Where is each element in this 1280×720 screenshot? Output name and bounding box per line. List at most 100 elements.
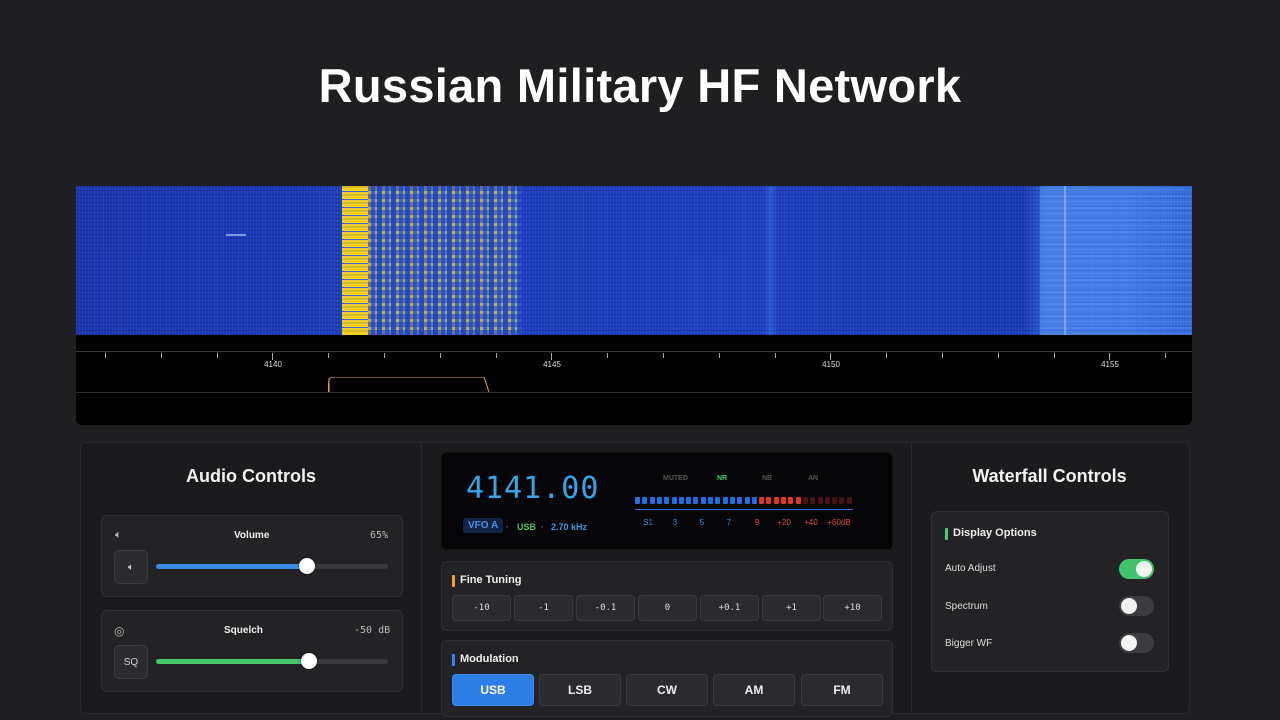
volume-slider[interactable] (156, 558, 388, 574)
mode-fm-button[interactable]: FM (801, 674, 883, 706)
s-meter-segment (656, 497, 662, 504)
mode-lsb-button[interactable]: LSB (539, 674, 621, 706)
bigger-wf-label: Bigger WF (945, 638, 993, 649)
waterfall-display[interactable]: 4140 4145 4150 4155 (76, 186, 1192, 425)
column-divider (421, 443, 422, 711)
scale-tick (1165, 353, 1167, 358)
s-meter-scale (635, 509, 853, 510)
s-meter-segment (729, 497, 735, 504)
squelch-slider-fill (156, 659, 310, 664)
scale-label: 4145 (543, 360, 561, 369)
waterfall-controls-heading: Waterfall Controls (972, 466, 1127, 486)
bigger-wf-toggle[interactable] (1119, 633, 1154, 653)
bandwidth-indicator: 2.70 kHz (551, 522, 588, 532)
s-meter-segment (766, 497, 772, 504)
tune-zero-button[interactable]: 0 (638, 595, 697, 621)
tune-minus-0.1-button[interactable]: -0.1 (576, 595, 635, 621)
s-meter-segment (635, 497, 640, 504)
auto-adjust-toggle[interactable] (1119, 559, 1154, 579)
volume-slider-fill (156, 564, 307, 569)
scale-tick (216, 353, 218, 358)
passband-baseline (76, 392, 1192, 393)
s-meter-segment (751, 497, 757, 504)
meter-label: 5 (699, 518, 705, 527)
s-meter-segment (846, 497, 852, 504)
passband-marker[interactable] (328, 377, 492, 393)
scale-tick (160, 353, 162, 358)
frequency-readout[interactable]: 4141.00 (466, 471, 599, 506)
s-meter-segment (715, 497, 721, 504)
vfo-badge[interactable]: VFO A (463, 518, 504, 533)
squelch-button[interactable]: SQ (114, 645, 148, 679)
scale-tick (272, 353, 274, 360)
s-meter-segment (744, 497, 750, 504)
s-meter-segment (817, 497, 823, 504)
tune-minus-10-button[interactable]: -10 (452, 595, 511, 621)
s-meter-segment (664, 497, 670, 504)
scale-tick (384, 353, 385, 358)
s-meter-segment (678, 497, 684, 504)
muted-flag[interactable]: MUTED (663, 475, 688, 482)
s-meter-segment (832, 497, 838, 504)
volume-slider-thumb[interactable] (298, 558, 315, 574)
signal-trace (1040, 186, 1192, 335)
auto-adjust-label: Auto Adjust (945, 563, 996, 574)
s-meter-segment (686, 497, 692, 504)
scale-tick (997, 353, 999, 358)
separator: · (506, 522, 509, 532)
scale-tick (105, 353, 106, 358)
speaker-icon: 🔈︎ (128, 561, 134, 573)
s-meter-segment (649, 497, 655, 504)
tune-minus-1-button[interactable]: -1 (514, 595, 573, 621)
volume-label: Volume (234, 530, 270, 541)
scale-tick (886, 353, 888, 358)
s-meter-segment (773, 497, 779, 504)
separator: · (541, 522, 544, 532)
squelch-value: -50 dB (354, 625, 391, 636)
tune-plus-1-button[interactable]: +1 (762, 595, 821, 621)
scale-tick (1053, 353, 1055, 358)
scale-label: 4155 (1101, 360, 1119, 369)
target-icon: ◎ (114, 624, 125, 638)
page-title: Russian Military HF Network (318, 59, 962, 112)
scale-tick (1109, 353, 1111, 360)
spectrum-toggle[interactable] (1119, 596, 1154, 616)
tune-plus-0.1-button[interactable]: +0.1 (700, 595, 759, 621)
fine-tuning-title: Fine Tuning (452, 574, 522, 587)
nb-flag[interactable]: NB (762, 475, 772, 482)
s-meter-segment (642, 497, 648, 504)
mute-button[interactable]: 🔈︎ (114, 550, 148, 584)
s-meter-segment (824, 497, 830, 504)
scale-tick (663, 353, 664, 358)
s-meter-segment (671, 497, 677, 504)
s-meter-segment (795, 497, 801, 504)
meter-label: 7 (726, 518, 732, 527)
s-meter-segment (810, 497, 816, 504)
scale-tick (495, 353, 497, 358)
s-meter-segment (759, 497, 765, 504)
mode-usb-button[interactable]: USB (452, 674, 534, 706)
an-flag[interactable]: AN (808, 475, 818, 482)
frequency-scale[interactable] (76, 351, 1192, 352)
scale-label: 4150 (822, 360, 840, 369)
scale-tick (830, 353, 832, 360)
meter-label: S1 (643, 518, 653, 527)
squelch-slider[interactable] (156, 653, 388, 669)
s-meter-segment (839, 497, 845, 504)
nr-flag[interactable]: NR (717, 475, 727, 482)
display-options-title: Display Options (945, 527, 1037, 540)
signal-trace (226, 234, 246, 236)
scale-tick (551, 353, 553, 360)
audio-controls-heading: Audio Controls (186, 466, 316, 486)
mode-cw-button[interactable]: CW (626, 674, 708, 706)
signal-trace (1064, 186, 1066, 335)
scale-label: 4140 (264, 360, 282, 369)
tune-plus-10-button[interactable]: +10 (823, 595, 882, 621)
scale-tick (718, 353, 720, 358)
squelch-slider-thumb[interactable] (301, 653, 318, 669)
scale-tick (328, 353, 330, 358)
squelch-label: Squelch (224, 625, 263, 636)
meter-label: +20 (777, 518, 791, 527)
waterfall-canvas[interactable] (76, 186, 1192, 335)
mode-am-button[interactable]: AM (713, 674, 795, 706)
